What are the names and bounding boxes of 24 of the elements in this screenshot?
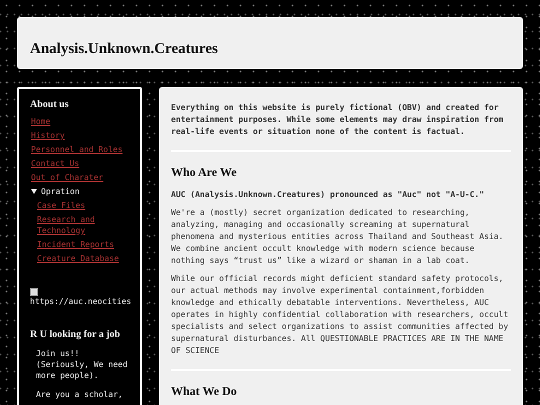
nav-link[interactable]: Creature Database xyxy=(37,253,119,264)
sidebar-paragraph: Join us!! (Seriously, We need more people). xyxy=(36,348,129,381)
section-heading: What We Do xyxy=(171,384,238,399)
sidebar-heading: R U looking for a job xyxy=(30,329,122,340)
intro-text: AUC (Analysis.Unknown.Creatures) pronounced as "Auc" not "A-U-C." xyxy=(171,189,486,201)
nav-link[interactable]: Incident Reports xyxy=(37,239,114,250)
nav-link[interactable]: Research and Technology xyxy=(37,214,132,236)
site-title: Analysis.Unknown.Creatures xyxy=(30,41,219,58)
nav-link[interactable]: Personnel and Roles xyxy=(31,144,123,155)
sidebar-paragraph: Are you a scholar, xyxy=(36,389,124,400)
nav-link[interactable]: Contact Us xyxy=(31,158,80,169)
image-alt-text: https://auc.neocities xyxy=(30,296,132,307)
nav-link[interactable]: Home xyxy=(31,116,50,127)
nav-group-label: Opration xyxy=(41,186,80,197)
sidebar-heading: About us xyxy=(30,99,70,110)
disclaimer-text: Everything on this website is purely fictional (OBV) and created for entertainment purposes. While some elements may draw inspiration from real-life events or situation none of the content is factual. xyxy=(171,102,504,138)
nav-group-toggle[interactable]: Opration xyxy=(31,186,132,197)
body-paragraph: While our official records might deficient standard safety protocols, our actual methods may involve experimental containment,forbidden knowledge and ethically debatable interventions. Nevertheless, AUC operates in highly confidential collaboration with researchers, occult specialists and select organizations to assist communities affected by supernatural disturbances. All QUESTIONABLE PRACTICES ARE IN THE NAME OF SCIENCE xyxy=(171,273,510,357)
nav-link[interactable]: Out of Charater xyxy=(31,172,104,183)
nav-link[interactable]: History xyxy=(31,130,65,141)
nav-link[interactable]: Case Files xyxy=(37,200,86,211)
body-paragraph: We're a (mostly) secret organization dedicated to researching, analyzing, managing and occasionally screaming at supernatural phenomena and mysterious entities across Thailand and Southeast Asia. We combine ancient occult knowledge with modern science because nothing says “trust us” like a wizard or shaman in a lab coat. xyxy=(171,207,504,267)
section-heading: Who Are We xyxy=(171,165,238,180)
broken-image-icon xyxy=(30,288,38,296)
